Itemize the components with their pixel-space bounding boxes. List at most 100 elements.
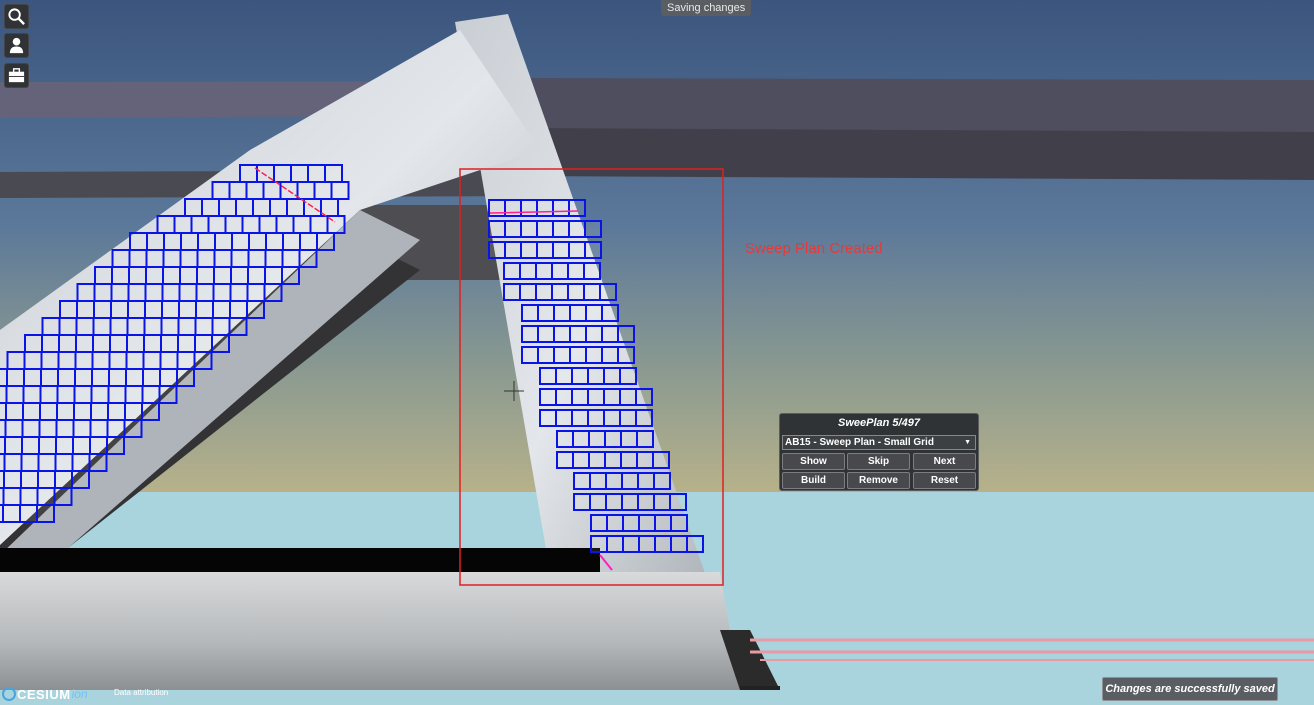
cesium-ion-logo[interactable]: CESIUM ion bbox=[2, 685, 88, 703]
grid-cell bbox=[619, 409, 637, 427]
grid-cell bbox=[160, 317, 180, 336]
grid-cell bbox=[180, 232, 199, 251]
grid-cell bbox=[654, 535, 672, 553]
grid-cell bbox=[184, 198, 203, 217]
grid-cell bbox=[194, 334, 213, 353]
grid-cell bbox=[290, 164, 309, 183]
grid-cell bbox=[213, 266, 232, 285]
grid-cell bbox=[539, 409, 557, 427]
grid-cell bbox=[72, 436, 91, 455]
grid-cell bbox=[126, 334, 145, 353]
3d-viewport[interactable] bbox=[0, 0, 1314, 705]
grid-cell bbox=[264, 266, 283, 285]
grid-cell bbox=[536, 199, 554, 217]
grid-cell bbox=[635, 388, 653, 406]
grid-cell bbox=[106, 419, 126, 438]
grid-cell bbox=[59, 300, 78, 319]
grid-cell bbox=[551, 262, 569, 280]
grid-cell bbox=[670, 514, 688, 532]
grid-cell bbox=[229, 283, 249, 302]
grid-cell bbox=[551, 283, 569, 301]
grid-cell bbox=[196, 249, 216, 268]
grid-cell bbox=[247, 249, 267, 268]
grid-cell bbox=[571, 388, 589, 406]
grid-cell bbox=[212, 283, 232, 302]
grid-cell bbox=[488, 241, 506, 259]
grid-cell bbox=[156, 215, 176, 234]
grid-cell bbox=[569, 346, 587, 364]
grid-cell bbox=[521, 325, 539, 343]
grid-cell bbox=[568, 199, 586, 217]
grid-cell bbox=[606, 535, 624, 553]
grid-cell bbox=[584, 220, 602, 238]
grid-cell bbox=[146, 232, 165, 251]
grid-cell bbox=[569, 325, 587, 343]
grid-cell bbox=[111, 249, 131, 268]
grid-cell bbox=[21, 419, 41, 438]
grid-cell bbox=[587, 409, 605, 427]
grid-cell bbox=[601, 304, 619, 322]
grid-cell bbox=[94, 266, 113, 285]
grid-cell bbox=[177, 317, 197, 336]
briefcase-button[interactable] bbox=[4, 63, 29, 88]
grid-cell bbox=[638, 535, 656, 553]
search-button[interactable] bbox=[4, 4, 29, 29]
grid-cell bbox=[6, 351, 26, 370]
grid-cell bbox=[92, 317, 112, 336]
grid-cell bbox=[617, 325, 635, 343]
grid-cell bbox=[109, 334, 128, 353]
grid-cell bbox=[19, 504, 38, 523]
data-attribution-link[interactable]: Data attribution bbox=[114, 688, 168, 697]
grid-cell bbox=[127, 300, 146, 319]
grid-cell bbox=[162, 249, 182, 268]
grid-cell bbox=[622, 514, 640, 532]
sweep-plan-select[interactable]: AB15 - Sweep Plan - Small Grid ▼ bbox=[782, 435, 976, 450]
reset-button[interactable]: Reset bbox=[913, 472, 976, 489]
grid-cell bbox=[161, 283, 181, 302]
grid-cell bbox=[141, 402, 160, 421]
grid-cell bbox=[212, 300, 231, 319]
grid-cell bbox=[537, 346, 555, 364]
grid-cell bbox=[585, 304, 603, 322]
remove-button[interactable]: Remove bbox=[847, 472, 910, 489]
grid-cell bbox=[54, 453, 74, 472]
grid-cell bbox=[307, 164, 326, 183]
user-button[interactable] bbox=[4, 33, 29, 58]
show-button[interactable]: Show bbox=[782, 453, 845, 470]
grid-cell bbox=[572, 451, 590, 469]
grid-cell bbox=[129, 232, 148, 251]
grid-cell bbox=[246, 300, 265, 319]
build-button[interactable]: Build bbox=[782, 472, 845, 489]
grid-cell bbox=[286, 198, 305, 217]
next-button[interactable]: Next bbox=[913, 453, 976, 470]
user-icon bbox=[9, 37, 24, 54]
grid-cell bbox=[107, 385, 127, 404]
grid-cell bbox=[108, 351, 128, 370]
grid-cell bbox=[504, 241, 522, 259]
grid-cell bbox=[193, 351, 213, 370]
grid-cell bbox=[568, 241, 586, 259]
grid-cell bbox=[313, 181, 333, 200]
grid-cell bbox=[573, 472, 591, 490]
grid-cell bbox=[22, 402, 41, 421]
grid-cell bbox=[569, 304, 587, 322]
grid-cell bbox=[589, 472, 607, 490]
grid-cell bbox=[76, 283, 96, 302]
grid-cell bbox=[211, 181, 231, 200]
grid-cell bbox=[316, 232, 335, 251]
grid-cell bbox=[91, 351, 111, 370]
grid-cell bbox=[590, 535, 608, 553]
grid-cell bbox=[296, 181, 316, 200]
grid-cell bbox=[4, 419, 24, 438]
skip-button[interactable]: Skip bbox=[847, 453, 910, 470]
grid-cell bbox=[127, 283, 147, 302]
grid-cell bbox=[176, 368, 195, 387]
grid-cell bbox=[36, 504, 55, 523]
grid-cell bbox=[125, 368, 144, 387]
grid-cell bbox=[72, 419, 92, 438]
grid-cell bbox=[503, 283, 521, 301]
grid-cell bbox=[619, 367, 637, 385]
grid-cell bbox=[603, 388, 621, 406]
grid-cell bbox=[585, 325, 603, 343]
grid-cell bbox=[231, 232, 250, 251]
